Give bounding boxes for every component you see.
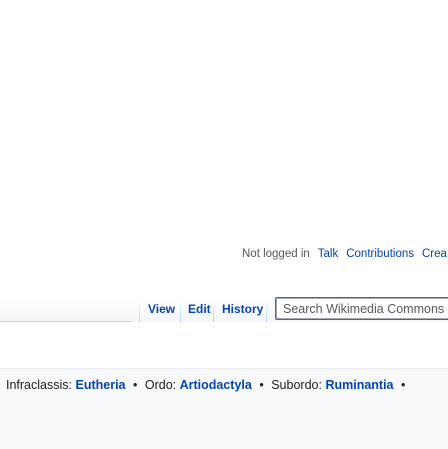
taxon-rank-label: Subordo: <box>271 378 322 392</box>
taxon-rank-label: Ordo: <box>144 378 177 392</box>
taxon-link-ruminantia[interactable]: Ruminantia <box>325 378 393 392</box>
separator: • <box>259 378 264 392</box>
tab-separator <box>213 300 214 322</box>
tab-view[interactable]: View <box>148 302 175 316</box>
personal-tools: Not logged in Talk Contributions Crea <box>239 247 448 260</box>
separator: • <box>400 378 406 392</box>
taxon-link-eutheria[interactable]: Eutheria <box>75 378 125 392</box>
search-input[interactable]: Search Wikimedia Commons <box>276 298 448 319</box>
search-placeholder: Search Wikimedia Commons <box>283 301 445 316</box>
taxon-rank-label: Infraclassis: <box>6 378 72 392</box>
taxon-link-artiodactyla[interactable]: Artiodactyla <box>180 378 252 392</box>
content-area <box>0 322 448 362</box>
tab-separator <box>266 300 267 322</box>
tab-history[interactable]: History <box>222 302 263 316</box>
tab-separator <box>180 300 181 322</box>
tab-separator <box>139 300 140 322</box>
talk-link[interactable]: Talk <box>318 248 338 260</box>
taxonomy-navigation: Infraclassis: Eutheria • Ordo: Artiodact… <box>6 378 409 392</box>
separator: • <box>132 378 138 392</box>
contributions-link[interactable]: Contributions <box>346 248 414 260</box>
not-logged-in-label: Not logged in <box>242 247 310 260</box>
tab-edit[interactable]: Edit <box>188 302 211 316</box>
create-account-link[interactable]: Crea <box>422 248 447 260</box>
